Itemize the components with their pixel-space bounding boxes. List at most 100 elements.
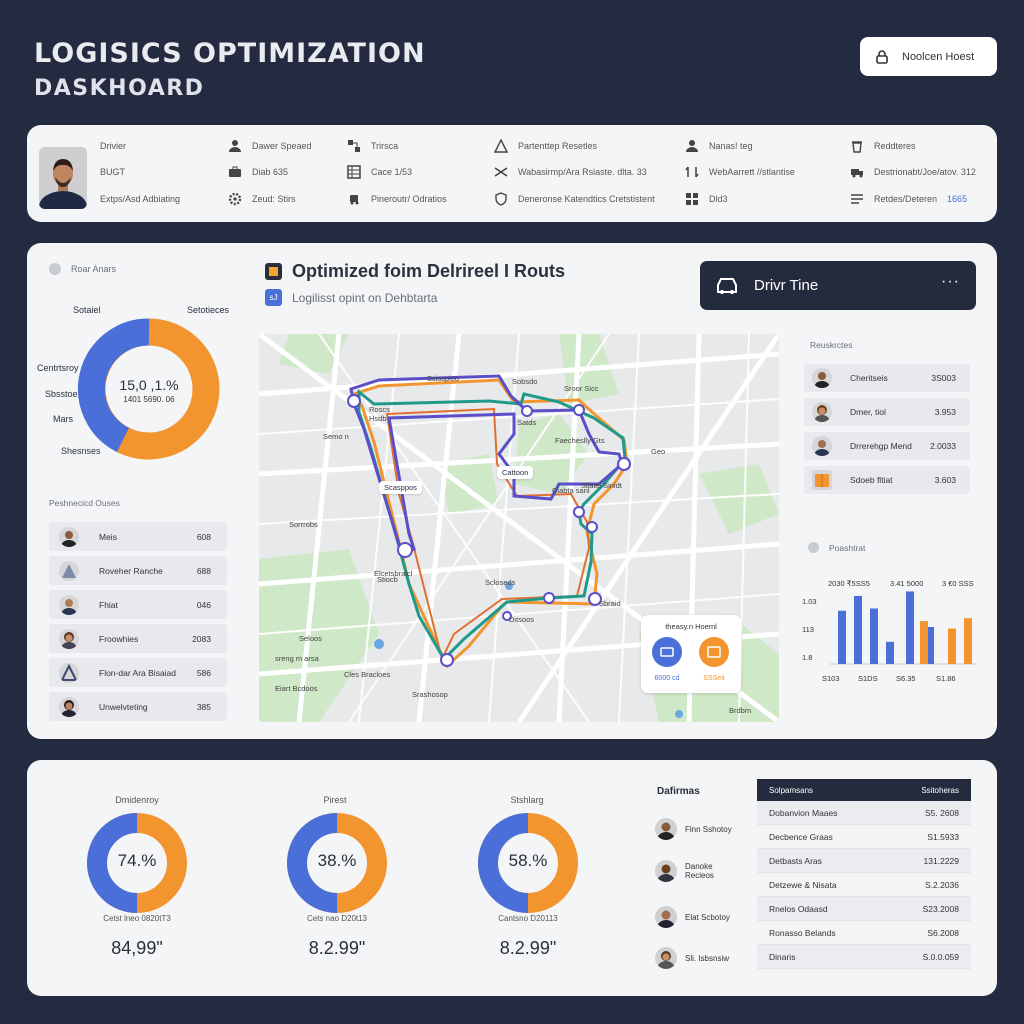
person-row[interactable]: Danoke Recieos [655, 860, 735, 882]
y-tick-label: 1.8 [802, 653, 812, 662]
mini-card-orange-icon [699, 637, 729, 667]
right-list-item[interactable]: Cheritseis 3S003 [804, 364, 970, 392]
table-cell: Decbence Graas [769, 831, 833, 842]
table-cell: S1.5933 [927, 831, 959, 842]
table-cell: S23.2008 [922, 903, 959, 914]
person-icon [229, 140, 241, 152]
person-row[interactable]: Elat Scbotoy [655, 906, 730, 928]
x-tick-label: S6.35 [896, 674, 916, 683]
table-row[interactable]: Detzewe & Nisata S.2.2036 [757, 873, 971, 897]
truck-icon [350, 195, 359, 205]
left-list-item[interactable]: Fhiat 046 [49, 590, 227, 619]
stat-13: Reddteres [850, 139, 916, 153]
bar-blue [906, 591, 914, 664]
y-tick-label: 1.03 [802, 597, 817, 606]
table-cell: Ronasso Belands [769, 927, 836, 938]
map-label: Scisspioo [427, 374, 460, 383]
map-title: Optimized foim Delrireel I Routs [265, 261, 565, 282]
bar-blue [870, 608, 878, 664]
summary-card: Drivier BUGT Extps/Asd Adbiating Dawer S… [27, 125, 997, 222]
table-cell: Detzewe & Nisata [769, 879, 837, 890]
title-line1: LOGISICS OPTIMIZATION [34, 38, 426, 69]
map-pin-label[interactable]: Cattoon [497, 466, 534, 479]
table-row[interactable]: Decbence Graas S1.5933 [757, 825, 971, 849]
people-title: Dafirmas [657, 786, 700, 797]
right-list-item[interactable]: Dmer, tiol 3.953 [804, 398, 970, 426]
avatar [655, 818, 677, 840]
y-tick-label: 113 [802, 625, 814, 634]
left-list-title: Peshnecicd Ouses [49, 498, 120, 508]
bar-orange [920, 621, 928, 664]
map-label: Sobsdo [512, 377, 538, 386]
table-cell: Rnelos Odaasd [769, 903, 828, 914]
table-cell: S6.2008 [927, 927, 959, 938]
route-map[interactable]: Scisspioo Sobsdo Sroor Sicc Roscs Hsdb S… [259, 334, 779, 722]
map-label: Seloos [299, 634, 322, 643]
user-button[interactable]: Noolcen Hoest [860, 37, 997, 76]
stat-4: Trirsca [347, 139, 398, 153]
x-tick-label: S1DS [858, 674, 878, 683]
donut-2-value: 8.2.99" [308, 938, 366, 958]
table-row[interactable]: Dobanvion Maaes S5. 2608 [757, 801, 971, 825]
donut-legend: Roar Anars [49, 263, 116, 275]
donut-label-4: Sbsstoe [45, 389, 78, 399]
donut-3-pct: 58.% [508, 851, 548, 870]
map-label: sreng m arsa [275, 654, 319, 663]
table-cell: S.0.0.059 [922, 951, 959, 962]
briefcase-icon [229, 166, 241, 177]
mini-card-right-val: SSSeit [703, 675, 725, 682]
left-list-item[interactable]: Flon-dar Ara Bisaiad 586 [49, 658, 227, 687]
more-options-icon[interactable]: ··· [941, 273, 960, 291]
package-icon [812, 470, 832, 490]
stat-15: Retdes/Deteren 1665 [850, 192, 967, 206]
donut-label-6: Shesnses [61, 446, 101, 456]
legend-label: Roar Anars [71, 264, 117, 274]
left-list-item[interactable]: Froowhies 2083 [49, 624, 227, 653]
avatar [812, 402, 832, 422]
person-row[interactable]: Sli. Isbsnsiw [655, 947, 729, 969]
table-row[interactable]: Detbasts Aras 131.2229 [757, 849, 971, 873]
left-list-item[interactable]: Unwelvteting 385 [49, 692, 227, 721]
right-list-item[interactable]: Sdoeb fltiat 3.603 [804, 466, 970, 494]
profile-line2: BUGT [100, 167, 126, 177]
map-label: Ditsoos [509, 615, 535, 624]
table-cell: Detbasts Aras [769, 855, 822, 866]
donut-2-pct: 38.% [317, 851, 357, 870]
avatar [655, 906, 677, 928]
x-tick-label: S103 [822, 674, 840, 683]
left-list-item[interactable]: Meis 608 [49, 522, 227, 551]
map-subtitle: sJ Logilisst opint on Dehbtarta [265, 289, 437, 306]
person-row[interactable]: Flnn Sshotoy [655, 818, 732, 840]
map-label: Roscs [369, 405, 390, 414]
donut-center-sub: 1401 5690. 06 [123, 395, 175, 404]
bar-top-label: 3 €0 SSS [942, 579, 974, 588]
map-label: Eiart Bcdoos [275, 684, 318, 693]
map-label: Cles Bracloes [344, 670, 391, 679]
gear-icon [228, 192, 242, 206]
map-label: Scloseds [485, 578, 516, 587]
map-pin-label[interactable]: Scasppos [379, 481, 422, 494]
warning-icon [494, 139, 508, 153]
user-button-label: Noolcen Hoest [902, 50, 975, 63]
box-icon [265, 263, 282, 280]
table-row[interactable]: Dinaris S.0.0.059 [757, 945, 971, 969]
stat-7: Partenttep Resetles [494, 139, 597, 153]
stat-10: Nanas! teg [685, 139, 753, 153]
dashboard-title: LOGISICS OPTIMIZATION DASKHOARD [34, 38, 426, 103]
map-label: Elcetsbraicl [374, 569, 413, 578]
table-row[interactable]: Rnelos Odaasd S23.2008 [757, 897, 971, 921]
summary-table: Solpamsans Ssitoheras Dobanvion Maaes S5. … [757, 779, 971, 969]
donut-3-value: 8.2.99" [499, 938, 557, 958]
table-row[interactable]: Ronasso Belands S6.2008 [757, 921, 971, 945]
legend-dot [49, 263, 61, 275]
map-mini-card[interactable]: theasy.n Hoeml 6000 cd SSSeit [641, 615, 741, 693]
left-list-item[interactable]: Roveher Ranche 688 [49, 556, 227, 585]
donut-3-label: Stshlarg [510, 795, 544, 805]
map-label: Faecheslly Gts [555, 436, 605, 445]
avatar [655, 947, 677, 969]
chart-legend: Poashtrat [808, 542, 865, 553]
driver-time-header[interactable]: Drivr Tine ··· [700, 261, 976, 310]
grid-icon [347, 165, 361, 179]
right-list-item[interactable]: Drrerehgp Mend 2.0033 [804, 432, 970, 460]
donut-label-5: Mars [53, 414, 73, 424]
